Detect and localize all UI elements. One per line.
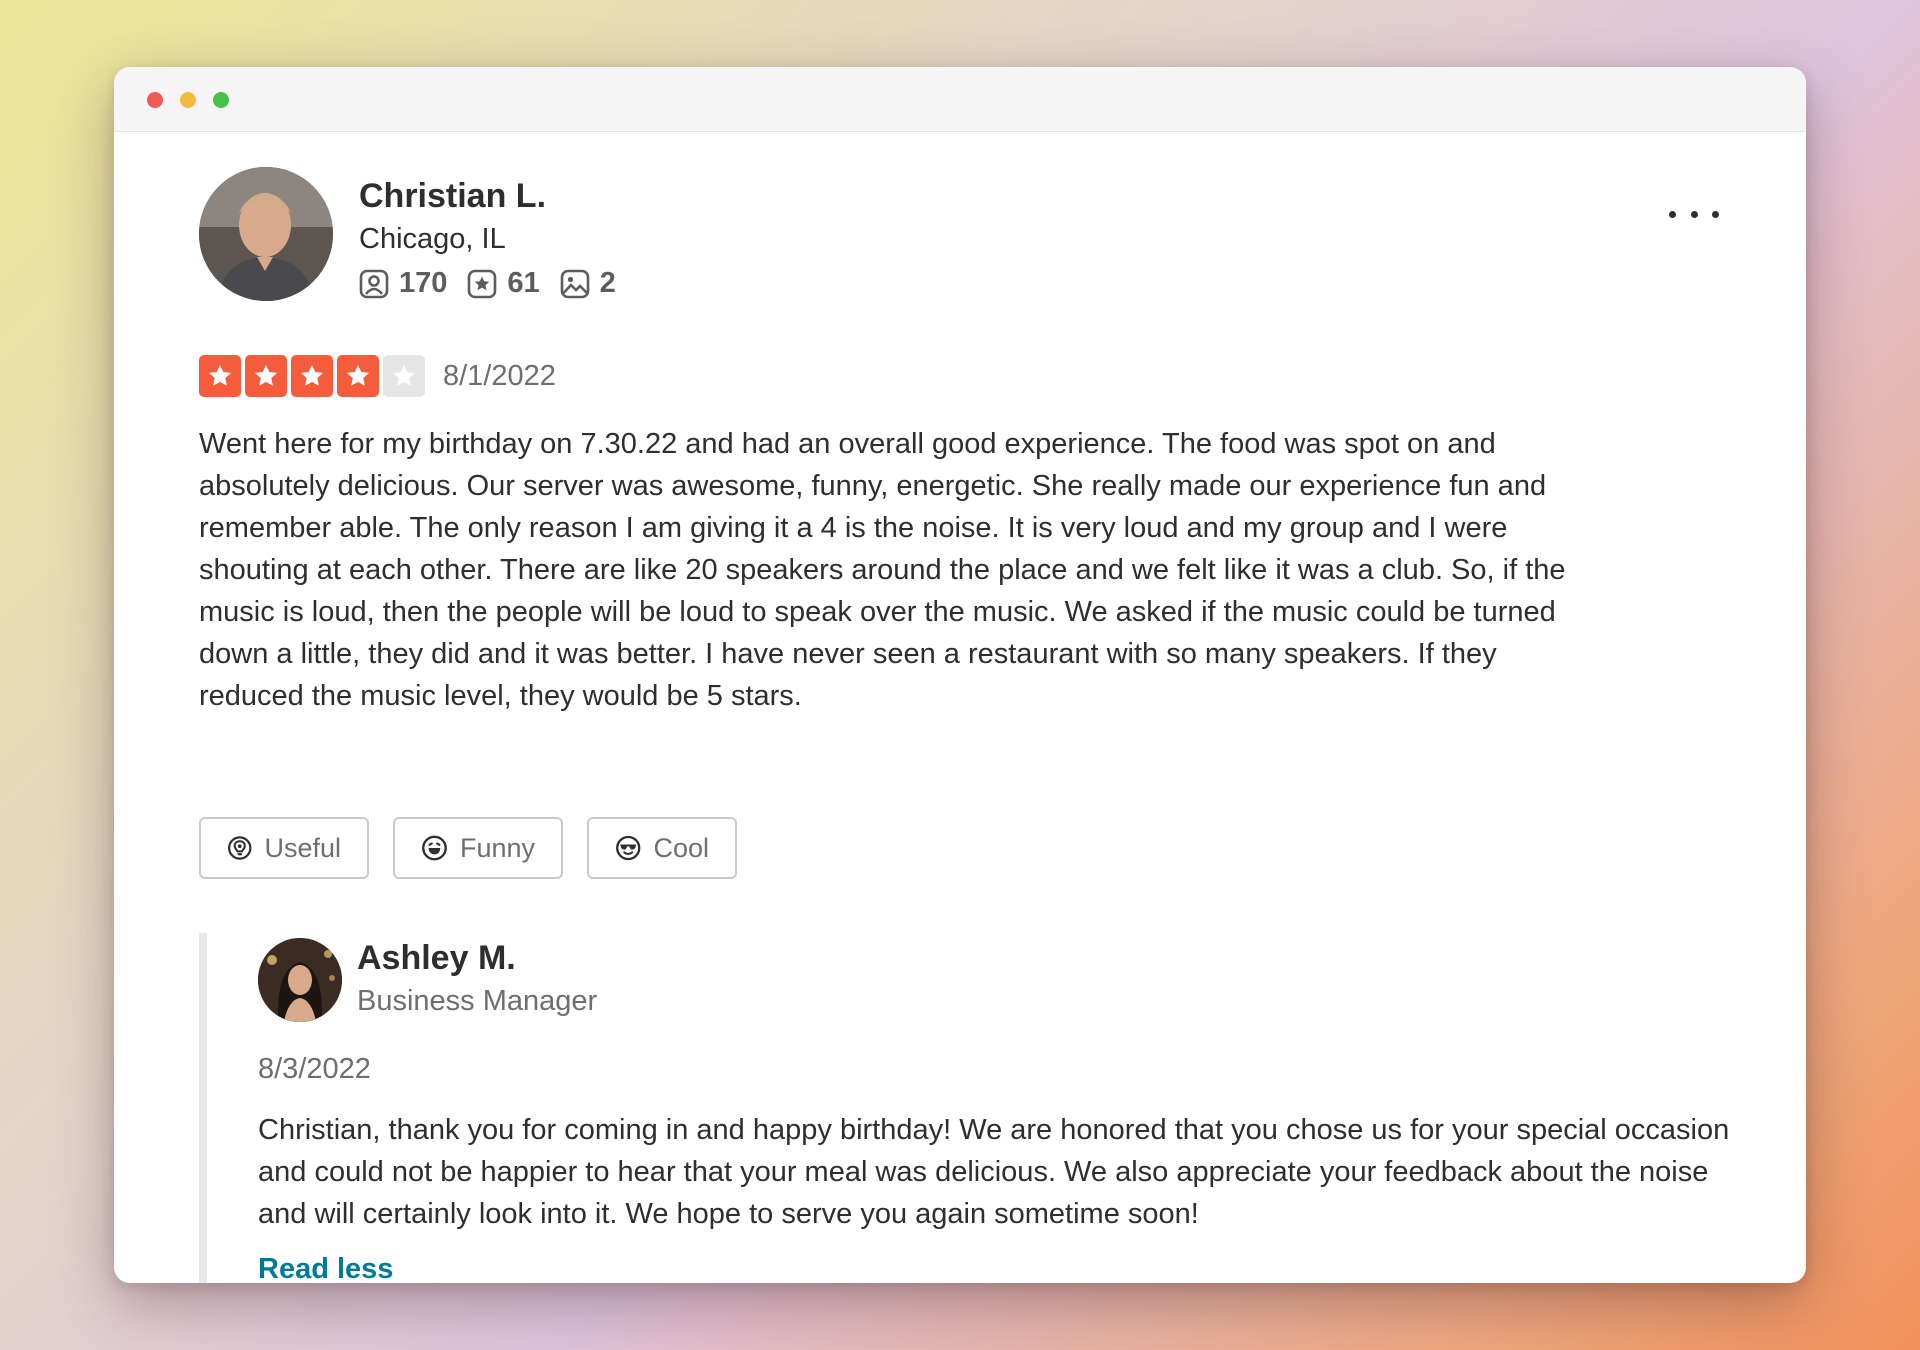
star-empty-icon [383,355,425,397]
minimize-window-button[interactable] [180,92,196,108]
window-titlebar [114,67,1806,132]
star-filled-icon [199,355,241,397]
more-options-button[interactable] [1669,199,1719,229]
close-window-button[interactable] [147,92,163,108]
photos-stat: 2 [560,267,616,300]
laughing-face-icon [422,835,447,861]
reviewer-name[interactable]: Christian L. [359,177,546,216]
sunglasses-face-icon [616,835,641,861]
owner-photo [258,938,342,1022]
cool-button[interactable]: Cool [587,817,737,879]
useful-button[interactable]: Useful [199,817,369,879]
star-rating [199,355,429,397]
friends-stat: 170 [359,267,447,300]
star-review-icon [468,269,497,298]
friends-icon [359,269,389,298]
reaction-buttons: Useful Funny Cool [199,817,761,879]
browser-window: Christian L. Chicago, IL 170 61 2 8/1/20… [114,67,1806,1283]
reply-body: Christian, thank you for coming in and h… [258,1114,1730,1230]
photos-count: 2 [599,267,616,299]
more-dot [1712,210,1719,218]
read-less-link[interactable]: Read less [258,1253,393,1283]
review-body: Went here for my birthday on 7.30.22 and… [199,428,1566,712]
more-dot [1669,210,1676,218]
lightbulb-icon [228,836,252,860]
reviews-count: 61 [507,267,540,299]
reviewer-location: Chicago, IL [359,223,506,255]
maximize-window-button[interactable] [213,92,229,108]
star-filled-icon [291,355,333,397]
owner-name[interactable]: Ashley M. [357,939,516,978]
reviewer-stats: 170 61 2 [359,267,636,300]
cool-label: Cool [653,832,709,863]
photo-icon [560,269,589,298]
reply-date: 8/3/2022 [258,1053,371,1085]
more-dot [1690,210,1698,218]
reviewer-photo [199,167,333,301]
review-rating-row: 8/1/2022 [199,355,556,397]
funny-button[interactable]: Funny [393,817,563,879]
funny-label: Funny [459,832,535,863]
star-filled-icon [245,355,287,397]
owner-avatar[interactable] [258,938,342,1022]
reviewer-avatar[interactable] [199,167,333,301]
star-filled-icon [337,355,379,397]
owner-role: Business Manager [357,985,598,1017]
reviews-stat: 61 [467,267,540,300]
review-date: 8/1/2022 [443,359,556,392]
business-reply: Ashley M. Business Manager 8/3/2022 Chri… [199,933,1747,1283]
friends-count: 170 [399,267,448,299]
useful-label: Useful [264,832,341,863]
